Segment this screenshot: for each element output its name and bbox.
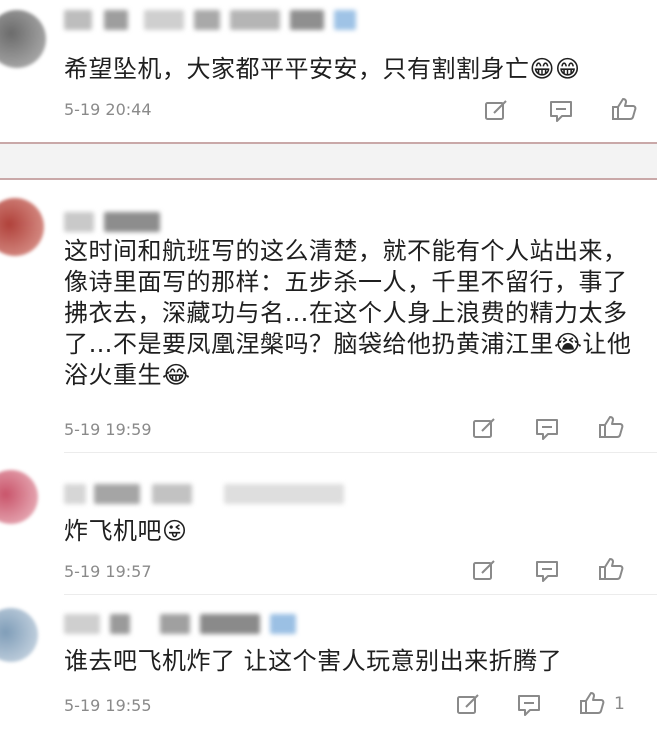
edit-square-icon[interactable] — [482, 98, 510, 124]
avatar[interactable] — [0, 10, 46, 68]
comment-text: 希望坠机，大家都平平安安，只有割割身亡😁😁 — [64, 55, 581, 83]
edit-square-icon[interactable] — [470, 558, 498, 584]
comment-item-1: 希望坠机，大家都平平安安，只有割割身亡😁😁 5-19 20:44 — [0, 0, 657, 142]
thumbs-up-icon[interactable] — [578, 690, 606, 716]
nickname-blurred[interactable] — [64, 10, 364, 32]
avatar[interactable] — [0, 198, 44, 256]
edit-square-icon[interactable] — [454, 692, 482, 718]
comment-time: 5-19 19:59 — [64, 420, 152, 439]
thumbs-up-icon[interactable] — [597, 414, 625, 440]
divider — [64, 452, 657, 453]
comment-time: 5-19 19:55 — [64, 696, 152, 715]
divider — [64, 594, 657, 595]
comment-item-4: 谁去吧飞机炸了 让这个害人玩意别出来折腾了 5-19 19:55 1 — [0, 596, 657, 734]
nickname-blurred[interactable] — [64, 614, 324, 636]
avatar[interactable] — [0, 608, 38, 662]
like-count: 1 — [614, 694, 625, 714]
comment-text: 谁去吧飞机炸了 让这个害人玩意别出来折腾了 — [64, 647, 563, 675]
comment-text: 炸飞机吧😜 — [64, 517, 188, 545]
avatar[interactable] — [0, 470, 38, 524]
nickname-blurred[interactable] — [64, 484, 364, 506]
edit-square-icon[interactable] — [470, 416, 498, 442]
comment-card-top: 希望坠机，大家都平平安安，只有割割身亡😁😁 5-19 20:44 — [0, 0, 657, 144]
thumbs-up-icon[interactable] — [610, 96, 638, 122]
comment-time: 5-19 19:57 — [64, 562, 152, 581]
comment-bubble-icon[interactable] — [515, 692, 543, 718]
comment-card-list: 这时间和航班写的这么清楚，就不能有个人站出来，像诗里面写的那样：五步杀一人，千里… — [0, 178, 657, 734]
comment-item-3: 炸飞机吧😜 5-19 19:57 — [0, 454, 657, 594]
comment-time: 5-19 20:44 — [64, 100, 152, 119]
nickname-blurred[interactable] — [64, 212, 184, 234]
comment-bubble-icon[interactable] — [547, 98, 575, 124]
thumbs-up-icon[interactable] — [597, 556, 625, 582]
comment-bubble-icon[interactable] — [533, 416, 561, 442]
card-gap — [0, 144, 657, 178]
comment-text: 这时间和航班写的这么清楚，就不能有个人站出来，像诗里面写的那样：五步杀一人，千里… — [64, 237, 632, 389]
comment-bubble-icon[interactable] — [533, 558, 561, 584]
comment-item-2: 这时间和航班写的这么清楚，就不能有个人站出来，像诗里面写的那样：五步杀一人，千里… — [0, 180, 657, 450]
